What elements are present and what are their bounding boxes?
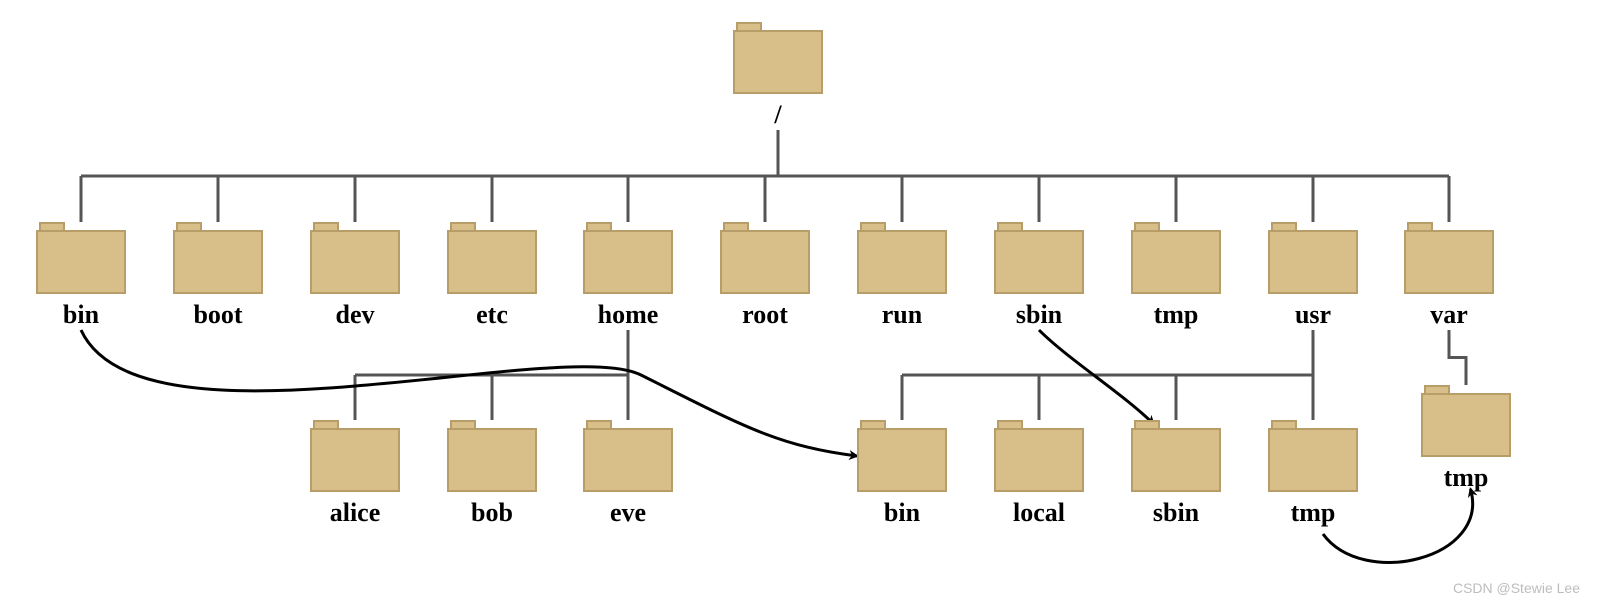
- folder-label: boot: [193, 300, 242, 330]
- folder-icon: [310, 420, 400, 492]
- folder-home: home: [583, 222, 673, 330]
- folder-utmp: tmp: [1268, 420, 1358, 528]
- folder-icon: [173, 222, 263, 294]
- folder-dev: dev: [310, 222, 400, 330]
- folder-icon: [1268, 222, 1358, 294]
- folder-eve: eve: [583, 420, 673, 528]
- folder-label: bob: [471, 498, 513, 528]
- folder-label: var: [1430, 300, 1468, 330]
- folder-icon: [36, 222, 126, 294]
- folder-ulocal: local: [994, 420, 1084, 528]
- folder-label: home: [598, 300, 659, 330]
- folder-icon: [447, 420, 537, 492]
- folder-run: run: [857, 222, 947, 330]
- folder-label: eve: [610, 498, 646, 528]
- folder-icon: [310, 222, 400, 294]
- folder-icon: [583, 222, 673, 294]
- folder-icon: [857, 420, 947, 492]
- folder-label: sbin: [1016, 300, 1062, 330]
- folder-icon: [994, 420, 1084, 492]
- folder-icon: [583, 420, 673, 492]
- folder-label: bin: [884, 498, 920, 528]
- folder-bin: bin: [36, 222, 126, 330]
- folder-icon: [994, 222, 1084, 294]
- folder-label: alice: [330, 498, 381, 528]
- folder-alice: alice: [310, 420, 400, 528]
- folder-icon: [857, 222, 947, 294]
- folder-usr: usr: [1268, 222, 1358, 330]
- folder-label: dev: [336, 300, 375, 330]
- folder-label: etc: [476, 300, 508, 330]
- folder-usbin: sbin: [1131, 420, 1221, 528]
- watermark: CSDN @Stewie Lee: [1453, 580, 1580, 596]
- folder-rootd: root: [720, 222, 810, 330]
- folder-label: sbin: [1153, 498, 1199, 528]
- folder-label: tmp: [1154, 300, 1199, 330]
- folder-tmp: tmp: [1131, 222, 1221, 330]
- folder-icon: [1404, 222, 1494, 294]
- folder-root: /: [733, 22, 823, 130]
- folder-label: root: [742, 300, 788, 330]
- folder-label: usr: [1295, 300, 1331, 330]
- folder-vtmp: tmp: [1421, 385, 1511, 493]
- folder-icon: [1131, 222, 1221, 294]
- folder-var: var: [1404, 222, 1494, 330]
- folder-icon: [447, 222, 537, 294]
- folder-icon: [1131, 420, 1221, 492]
- folder-label: tmp: [1444, 463, 1489, 493]
- folder-bob: bob: [447, 420, 537, 528]
- folder-etc: etc: [447, 222, 537, 330]
- folder-boot: boot: [173, 222, 263, 330]
- folder-ubin: bin: [857, 420, 947, 528]
- folder-icon: [720, 222, 810, 294]
- folder-label: run: [882, 300, 922, 330]
- folder-label: tmp: [1291, 498, 1336, 528]
- folder-icon: [1421, 385, 1511, 457]
- folder-sbin: sbin: [994, 222, 1084, 330]
- folder-label: bin: [63, 300, 99, 330]
- folder-label: local: [1013, 498, 1065, 528]
- folder-icon: [1268, 420, 1358, 492]
- folder-label: /: [774, 100, 781, 130]
- folder-icon: [733, 22, 823, 94]
